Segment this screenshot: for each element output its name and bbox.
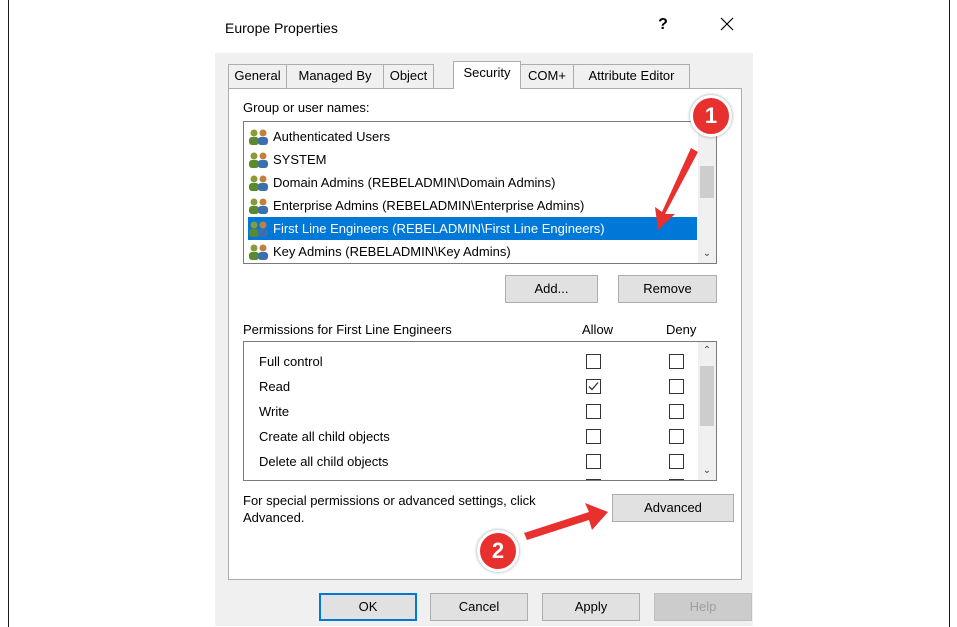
advanced-hint-line1: For special permissions or advanced sett…	[243, 493, 536, 508]
allow-checkbox[interactable]	[586, 479, 601, 480]
user-group-icon	[249, 198, 268, 214]
allow-checkbox[interactable]	[586, 454, 601, 469]
user-group-icon	[249, 175, 268, 191]
tab-attribute-editor[interactable]: Attribute Editor	[573, 64, 690, 88]
list-item[interactable]: SYSTEM	[248, 148, 697, 171]
user-group-icon	[249, 152, 268, 168]
permissions-for-label: Permissions for First Line Engineers	[243, 322, 452, 337]
list-item[interactable]: Key Admins (REBELADMIN\Key Admins)	[248, 240, 697, 263]
advanced-button[interactable]: Advanced	[612, 494, 734, 522]
user-listbox[interactable]: Authenticated Users SYSTEM Domain Admins…	[243, 121, 717, 264]
title-bar: Europe Properties ?	[215, 0, 753, 53]
close-icon[interactable]	[715, 12, 739, 36]
deny-checkbox[interactable]	[669, 454, 684, 469]
help-icon[interactable]: ?	[653, 13, 673, 37]
tab-managed-by[interactable]: Managed By	[286, 64, 384, 88]
permission-row: Delete all child objects	[244, 450, 700, 475]
list-item[interactable]: Enterprise Admins (REBELADMIN\Enterprise…	[248, 194, 697, 217]
permissions-scrollbar[interactable]: ⌃ ⌄	[698, 342, 716, 480]
security-tab-panel: Group or user names: Authenticated Users…	[228, 88, 742, 580]
permission-row-partial	[244, 475, 700, 480]
allow-column-header: Allow	[582, 322, 614, 337]
allow-checkbox[interactable]	[586, 429, 601, 444]
deny-checkbox[interactable]	[669, 404, 684, 419]
user-name: Authenticated Users	[273, 129, 391, 144]
user-group-icon	[249, 244, 268, 260]
permission-name: Read	[259, 379, 291, 394]
permissions-list: Full control Read Write Create all child…	[243, 341, 717, 481]
group-or-user-names-label: Group or user names:	[243, 100, 370, 115]
scroll-up-icon[interactable]: ⌃	[698, 342, 716, 360]
remove-button[interactable]: Remove	[618, 275, 717, 303]
deny-checkbox[interactable]	[669, 429, 684, 444]
list-item[interactable]: Domain Admins (REBELADMIN\Domain Admins)	[248, 171, 697, 194]
tab-object[interactable]: Object	[383, 64, 434, 88]
user-group-icon	[249, 129, 268, 145]
deny-column-header: Deny	[666, 322, 697, 337]
deny-checkbox[interactable]	[669, 479, 684, 480]
list-item-selected[interactable]: First Line Engineers (REBELADMIN\First L…	[248, 217, 697, 240]
scroll-down-icon[interactable]: ⌄	[698, 462, 716, 480]
tab-security[interactable]: Security	[453, 61, 521, 89]
allow-checkbox[interactable]	[586, 354, 601, 369]
list-item[interactable]: Authenticated Users	[248, 125, 697, 148]
scroll-down-icon[interactable]: ⌄	[698, 245, 716, 263]
ok-button[interactable]: OK	[319, 593, 417, 621]
permission-name: Delete all child objects	[259, 454, 389, 469]
permission-row: Write	[244, 400, 700, 425]
allow-checkbox[interactable]	[586, 404, 601, 419]
apply-button[interactable]: Apply	[542, 593, 640, 621]
permission-name: Create all child objects	[259, 429, 390, 444]
user-name: First Line Engineers (REBELADMIN\First L…	[273, 221, 605, 236]
add-button[interactable]: Add...	[505, 275, 598, 303]
scroll-thumb[interactable]	[700, 166, 714, 198]
permission-row: Create all child objects	[244, 425, 700, 450]
tab-general[interactable]: General	[228, 64, 287, 88]
allow-checkbox-checked[interactable]	[586, 379, 601, 394]
help-button: Help	[654, 593, 752, 621]
tab-com-plus[interactable]: COM+	[520, 64, 574, 88]
properties-dialog: Europe Properties ? General Managed By O…	[215, 0, 753, 626]
deny-checkbox[interactable]	[669, 379, 684, 394]
user-name: Key Admins (REBELADMIN\Key Admins)	[273, 244, 511, 259]
user-group-icon	[249, 221, 268, 237]
permission-name: Write	[259, 404, 290, 419]
user-name: Enterprise Admins (REBELADMIN\Enterprise…	[273, 198, 585, 213]
annotation-badge-1: 1	[690, 95, 732, 137]
permission-name: Full control	[259, 354, 323, 369]
permission-row: Full control	[244, 350, 700, 375]
user-name: SYSTEM	[273, 152, 327, 167]
dialog-title: Europe Properties	[225, 20, 338, 36]
cancel-button[interactable]: Cancel	[430, 593, 528, 621]
permission-row: Read	[244, 375, 700, 400]
user-list-scrollbar[interactable]: ▲ ⌄	[698, 122, 716, 263]
advanced-hint-line2: Advanced.	[243, 510, 305, 525]
annotation-badge-2: 2	[477, 530, 519, 572]
checkmark-icon	[588, 382, 599, 391]
user-name: Domain Admins (REBELADMIN\Domain Admins)	[273, 175, 556, 190]
deny-checkbox[interactable]	[669, 354, 684, 369]
scroll-thumb[interactable]	[700, 366, 714, 426]
